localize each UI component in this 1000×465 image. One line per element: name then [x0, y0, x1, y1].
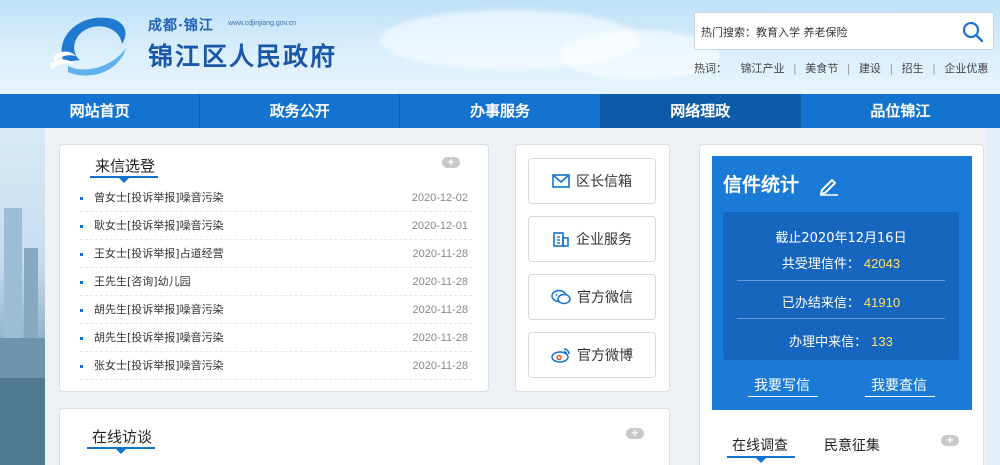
letter-date: 2020-11-28	[412, 304, 468, 316]
write-letter-underline	[748, 396, 818, 397]
stats-done: 已办结来信： 41910	[723, 292, 959, 311]
hot-word[interactable]: 招生	[902, 62, 924, 75]
list-item[interactable]: 胡先生[投诉举报]噪音污染 2020-11-28	[80, 324, 472, 352]
query-letter-underline	[865, 396, 935, 397]
tab-public-opinion[interactable]: 民意征集	[824, 435, 880, 455]
stats-done-value: 41910	[863, 295, 901, 310]
list-item[interactable]: 王女士[投诉举报]占道经营 2020-11-28	[80, 240, 472, 268]
stats-title-text: 信件统计	[723, 174, 800, 196]
building-icon	[553, 232, 569, 247]
hot-search-label: 热门搜索：	[701, 26, 756, 39]
hot-search-text: 热门搜索：教育入学 养老保险	[701, 24, 848, 40]
letters-list: 曾女士[投诉举报]噪音污染 2020-12-02 耿女士[投诉举报]噪音污染 202…	[80, 184, 472, 380]
letter-title[interactable]: 张女士[投诉举报]噪音污染	[94, 352, 224, 380]
stats-pending-label: 办理中来信：	[789, 335, 868, 350]
hot-words-label: 热词：	[694, 62, 727, 75]
list-item[interactable]: 耿女士[投诉举报]噪音污染 2020-12-01	[80, 212, 472, 240]
enterprise-service-label: 企业服务	[576, 232, 632, 248]
letters-title-underline	[90, 176, 158, 183]
mail-icon	[552, 174, 570, 188]
nav-gov-affairs[interactable]: 政务公开	[200, 94, 401, 128]
letters-more-button[interactable]: +	[442, 157, 460, 168]
hot-word[interactable]: 企业优惠	[944, 62, 988, 75]
official-weibo-label: 官方微博	[577, 348, 633, 364]
letter-title[interactable]: 王女士[投诉举报]占道经营	[94, 240, 224, 268]
letters-title[interactable]: 来信选登	[95, 155, 155, 176]
list-item[interactable]: 胡先生[投诉举报]噪音污染 2020-11-28	[80, 296, 472, 324]
letter-date: 2020-12-01	[411, 220, 468, 232]
letter-title[interactable]: 曾女士[投诉举报]噪音污染	[94, 184, 224, 212]
stats-done-label: 已办结来信：	[781, 296, 860, 311]
stats-divider	[737, 280, 945, 281]
site-subtitle: 成都·锦江	[148, 18, 214, 34]
stats-title: 信件统计	[723, 170, 799, 197]
list-item[interactable]: 王先生[咨询]幼儿园 2020-11-28	[80, 268, 472, 296]
stats-total: 共受理信件： 42043	[723, 253, 959, 272]
nav-jinjiang[interactable]: 品位锦江	[801, 94, 1000, 128]
nav-services[interactable]: 办事服务	[400, 94, 601, 128]
background-right	[986, 128, 1000, 465]
stats-total-value: 42043	[863, 256, 901, 271]
letter-title[interactable]: 胡先生[投诉举报]噪音污染	[94, 324, 224, 352]
letter-date: 2020-11-28	[412, 360, 468, 372]
hot-word[interactable]: 建设	[859, 62, 881, 75]
official-wechat-button[interactable]: 官方微信	[528, 274, 656, 320]
letter-date: 2020-11-28	[412, 248, 468, 260]
letter-date: 2020-11-28	[412, 276, 468, 288]
hot-words: 热词： 锦江产业 | 美食节 | 建设 | 招生 | 企业优惠	[694, 62, 989, 75]
letter-title[interactable]: 王先生[咨询]幼儿园	[94, 268, 191, 296]
hot-word[interactable]: 美食节	[805, 62, 838, 75]
hot-search-terms[interactable]: 教育入学 养老保险	[756, 26, 848, 39]
interview-title-underline	[87, 447, 155, 454]
interview-more-button[interactable]: +	[626, 428, 644, 439]
tab-online-survey[interactable]: 在线调查	[732, 435, 788, 455]
letter-title[interactable]: 耿女士[投诉举报]噪音污染	[94, 212, 224, 240]
official-weibo-button[interactable]: 官方微博	[528, 332, 656, 378]
stats-divider	[737, 318, 945, 319]
stats-as-of: 截止2020年12月16日	[775, 231, 907, 246]
main-nav: 网站首页 政务公开 办事服务 网络理政 品位锦江	[0, 94, 1000, 128]
letter-date: 2020-12-02	[411, 192, 468, 204]
list-item[interactable]: 张女士[投诉举报]噪音污染 2020-11-28	[80, 352, 472, 380]
list-item[interactable]: 曾女士[投诉举报]噪音污染 2020-12-02	[80, 184, 472, 212]
nav-online-governance[interactable]: 网络理政	[600, 94, 801, 128]
survey-tab-underline	[727, 456, 795, 463]
hot-word[interactable]: 锦江产业	[741, 62, 785, 75]
letter-date: 2020-11-28	[412, 332, 468, 344]
site-title[interactable]: 锦江区人民政府	[148, 37, 337, 73]
letter-title[interactable]: 胡先生[投诉举报]噪音污染	[94, 296, 224, 324]
interview-title[interactable]: 在线访谈	[92, 426, 152, 447]
stats-pending-value: 133	[871, 334, 893, 349]
stats-total-label: 共受理信件：	[781, 257, 860, 272]
write-letter-link[interactable]: 我要写信	[754, 375, 810, 395]
survey-more-button[interactable]: +	[941, 435, 959, 446]
search-icon[interactable]	[961, 20, 985, 44]
background-buildings-image	[0, 128, 45, 465]
pencil-icon	[819, 178, 838, 196]
official-wechat-label: 官方微信	[577, 290, 633, 306]
mayor-mailbox-button[interactable]: 区长信箱	[528, 158, 656, 204]
nav-home[interactable]: 网站首页	[0, 94, 201, 128]
mayor-mailbox-label: 区长信箱	[576, 174, 632, 190]
wechat-icon	[551, 289, 571, 305]
search-box[interactable]: 热门搜索：教育入学 养老保险	[694, 12, 994, 50]
query-letter-link[interactable]: 我要查信	[871, 375, 927, 395]
site-header: 成都·锦江 www.cdjinjiang.gov.cn 锦江区人民政府 热门搜索…	[0, 0, 1000, 94]
weibo-icon	[551, 348, 570, 363]
enterprise-service-button[interactable]: 企业服务	[528, 216, 656, 262]
government-logo-icon[interactable]	[50, 10, 132, 80]
stats-pending: 办理中来信： 133	[723, 331, 959, 350]
site-url: www.cdjinjiang.gov.cn	[228, 20, 296, 27]
